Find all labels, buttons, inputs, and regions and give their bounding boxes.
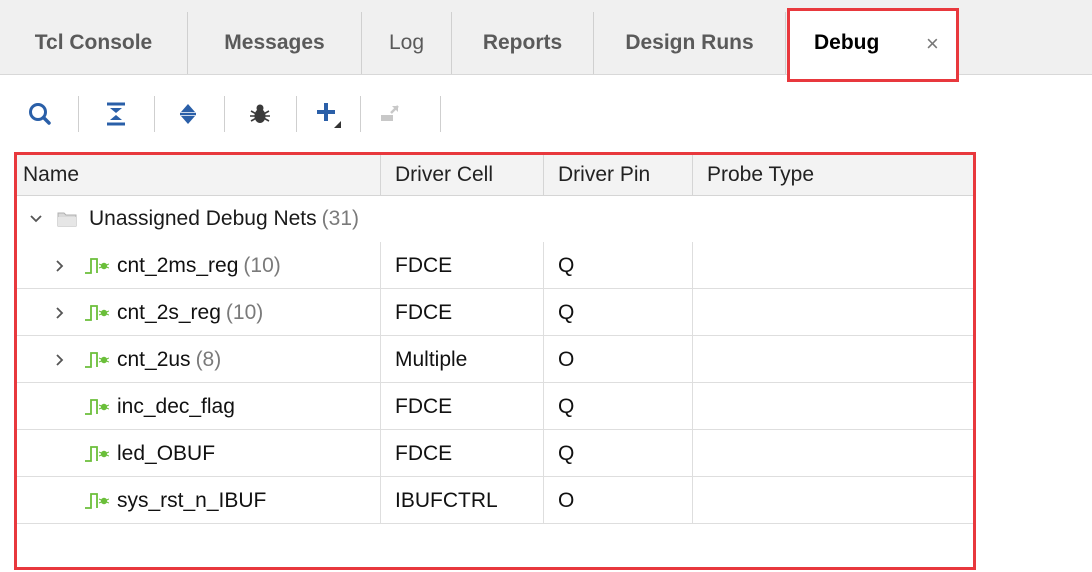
toolbar-separator	[440, 96, 441, 132]
debug-net-icon	[83, 491, 109, 511]
chevron-right-icon[interactable]	[55, 353, 65, 367]
add-icon[interactable]	[308, 82, 348, 146]
tab-label: Log	[388, 31, 425, 54]
toolbar-separator	[296, 96, 297, 132]
name-cell: cnt_2ms_reg (10)	[17, 242, 381, 289]
group-row[interactable]: Unassigned Debug Nets (31)	[17, 195, 973, 242]
probe-type-cell	[693, 477, 973, 524]
name-cell: cnt_2us (8)	[17, 336, 381, 383]
toolbar	[0, 82, 1092, 146]
name-cell: sys_rst_n_IBUF	[17, 477, 381, 524]
driver-cell-cell: FDCE	[381, 383, 544, 430]
column-header-name[interactable]: Name	[17, 155, 381, 195]
tab-bar: Tcl Console Messages Log Reports Design …	[0, 0, 1092, 82]
tab-messages[interactable]: Messages	[188, 12, 362, 74]
tab-debug[interactable]: Debug ×	[787, 8, 959, 82]
probe-type-cell	[693, 289, 973, 336]
driver-pin-cell: O	[544, 477, 693, 524]
net-name: cnt_2s_reg	[117, 301, 221, 324]
table-row[interactable]: led_OBUF FDCE Q	[17, 430, 973, 477]
driver-pin-cell: Q	[544, 289, 693, 336]
probe-type-cell	[693, 430, 973, 477]
probe-type-cell	[693, 242, 973, 289]
table-row[interactable]: cnt_2s_reg (10) FDCE Q	[17, 289, 973, 336]
column-header-probe-type[interactable]: Probe Type	[693, 155, 973, 195]
net-name: cnt_2ms_reg	[117, 254, 239, 277]
chevron-down-icon[interactable]	[25, 207, 47, 230]
net-name: sys_rst_n_IBUF	[117, 489, 267, 512]
toolbar-separator	[224, 96, 225, 132]
debug-net-icon	[83, 444, 109, 464]
tab-reports[interactable]: Reports	[452, 12, 594, 74]
net-name: led_OBUF	[117, 442, 216, 465]
debug-net-icon	[83, 303, 109, 323]
close-icon[interactable]: ×	[926, 33, 939, 55]
debug-net-icon	[83, 256, 109, 276]
toolbar-separator	[78, 96, 79, 132]
debug-net-icon	[83, 350, 109, 370]
driver-cell-cell: FDCE	[381, 430, 544, 477]
tab-label: Reports	[482, 31, 563, 54]
driver-cell-cell: FDCE	[381, 289, 544, 336]
tab-label: Design Runs	[625, 31, 754, 54]
probe-type-cell	[693, 383, 973, 430]
debug-bug-icon[interactable]	[240, 82, 280, 146]
column-header-driver-cell[interactable]: Driver Cell	[381, 155, 544, 195]
table-row[interactable]: inc_dec_flag FDCE Q	[17, 383, 973, 430]
group-label: Unassigned Debug Nets	[89, 206, 317, 230]
table-row[interactable]: sys_rst_n_IBUF IBUFCTRL O	[17, 477, 973, 524]
tab-design-runs[interactable]: Design Runs	[594, 12, 786, 74]
driver-pin-cell: Q	[544, 430, 693, 477]
collapse-all-icon[interactable]	[96, 82, 136, 146]
toolbar-separator	[360, 96, 361, 132]
debug-nets-table: Name Driver Cell Driver Pin Probe Type U…	[14, 152, 976, 570]
chevron-right-icon[interactable]	[55, 306, 65, 320]
tab-tcl-console[interactable]: Tcl Console	[0, 12, 188, 74]
toolbar-separator	[154, 96, 155, 132]
driver-pin-cell: O	[544, 336, 693, 383]
column-header-driver-pin[interactable]: Driver Pin	[544, 155, 693, 195]
net-name: inc_dec_flag	[117, 395, 235, 418]
tab-label: Messages	[224, 31, 325, 54]
driver-cell-cell: FDCE	[381, 242, 544, 289]
debug-net-icon	[83, 397, 109, 417]
net-name: cnt_2us	[117, 348, 191, 371]
search-icon[interactable]	[20, 82, 60, 146]
driver-cell-cell: IBUFCTRL	[381, 477, 544, 524]
tab-label: Tcl Console	[34, 31, 153, 54]
tab-log[interactable]: Log	[362, 12, 452, 74]
tab-label: Debug	[814, 31, 880, 54]
group-count: (31)	[321, 206, 359, 230]
expand-all-icon[interactable]	[168, 82, 208, 146]
name-cell: led_OBUF	[17, 430, 381, 477]
table-header: Name Driver Cell Driver Pin Probe Type	[17, 155, 973, 196]
name-cell: inc_dec_flag	[17, 383, 381, 430]
chevron-right-icon[interactable]	[55, 259, 65, 273]
folder-icon	[57, 211, 77, 227]
table-row[interactable]: cnt_2ms_reg (10) FDCE Q	[17, 242, 973, 289]
table-row[interactable]: cnt_2us (8) Multiple O	[17, 336, 973, 383]
net-bit-count: (10)	[243, 254, 281, 277]
driver-pin-cell: Q	[544, 383, 693, 430]
name-cell: cnt_2s_reg (10)	[17, 289, 381, 336]
net-bit-count: (10)	[225, 301, 264, 324]
driver-cell-cell: Multiple	[381, 336, 544, 383]
probe-type-cell	[693, 336, 973, 383]
disconnect-icon[interactable]	[370, 82, 410, 146]
driver-pin-cell: Q	[544, 242, 693, 289]
net-bit-count: (8)	[195, 348, 222, 371]
